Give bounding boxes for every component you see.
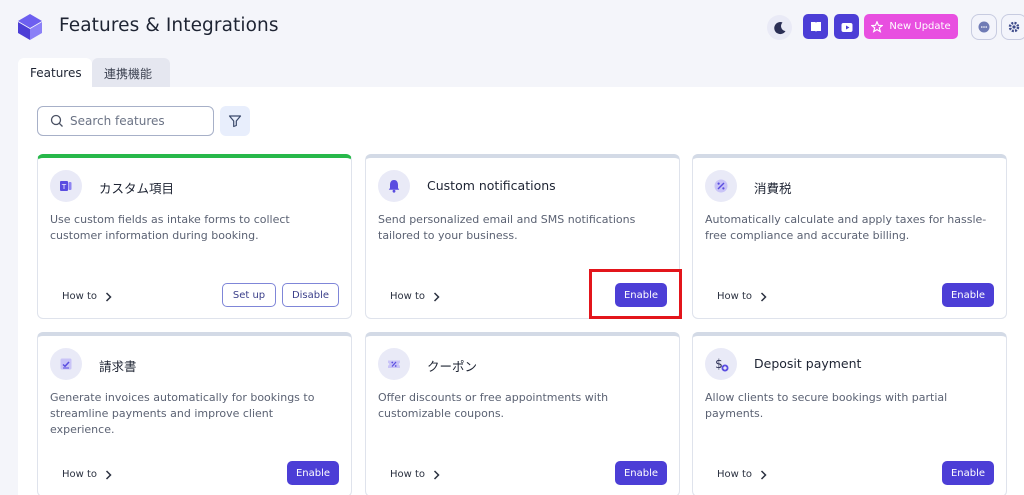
chevron-right-icon xyxy=(106,469,112,480)
enable-button[interactable]: Enable xyxy=(942,283,994,307)
dark-mode-toggle[interactable] xyxy=(767,15,792,40)
tab-integrations[interactable]: 連携機能 xyxy=(92,58,170,88)
moon-icon xyxy=(773,21,785,34)
setup-button[interactable]: Set up xyxy=(222,283,276,307)
app-logo-icon xyxy=(18,14,42,40)
invoice-icon xyxy=(50,348,82,380)
coupon-icon xyxy=(378,348,410,380)
card-description: Automatically calculate and apply taxes … xyxy=(705,213,987,242)
feature-card-consumption-tax: 消費税 Automatically calculate and apply ta… xyxy=(692,154,1007,319)
how-to-label: How to xyxy=(390,469,426,480)
card-title: クーポン xyxy=(427,359,478,374)
card-title: Deposit payment xyxy=(754,356,862,371)
card-title: Custom notifications xyxy=(427,178,556,193)
how-to-link[interactable]: How to xyxy=(390,469,440,480)
new-update-label: New Update xyxy=(889,21,951,32)
feature-card-custom-fields: T カスタム項目 Use custom fields as intake for… xyxy=(37,154,352,319)
enable-button[interactable]: Enable xyxy=(942,461,994,485)
card-description: Use custom fields as intake forms to col… xyxy=(50,213,290,242)
new-update-button[interactable]: New Update xyxy=(864,14,958,39)
book-icon xyxy=(810,21,821,32)
help-docs-button[interactable] xyxy=(803,14,828,39)
star-icon xyxy=(871,20,884,33)
card-description: Generate invoices automatically for book… xyxy=(50,391,315,436)
enable-button[interactable]: Enable xyxy=(287,461,339,485)
video-tutorials-button[interactable] xyxy=(834,14,859,39)
how-to-label: How to xyxy=(717,291,753,302)
svg-text:T: T xyxy=(61,183,67,191)
card-title: カスタム項目 xyxy=(99,181,175,196)
disable-button[interactable]: Disable xyxy=(282,283,339,307)
deposit-icon: $ xyxy=(705,348,737,380)
chat-button[interactable] xyxy=(971,14,997,40)
feature-card-deposit-payment: $ Deposit payment Allow clients to secur… xyxy=(692,332,1007,495)
percent-icon xyxy=(705,170,737,202)
tab-features[interactable]: Features xyxy=(18,58,92,88)
how-to-link[interactable]: How to xyxy=(390,291,440,302)
how-to-link[interactable]: How to xyxy=(717,469,767,480)
settings-button[interactable] xyxy=(1001,14,1024,40)
search-box[interactable] xyxy=(37,106,214,136)
search-input[interactable] xyxy=(70,114,210,128)
card-description: Offer discounts or free appointments wit… xyxy=(378,391,609,420)
how-to-label: How to xyxy=(717,469,753,480)
card-title: 消費税 xyxy=(754,181,792,196)
enable-button[interactable]: Enable xyxy=(615,461,667,485)
gear-icon xyxy=(1008,21,1020,33)
video-icon xyxy=(841,22,852,32)
how-to-link[interactable]: How to xyxy=(62,469,112,480)
feature-card-custom-notifications: Custom notifications Send personalized e… xyxy=(365,154,680,319)
top-header: Features & Integrations New Update xyxy=(0,0,1024,56)
how-to-label: How to xyxy=(390,291,426,302)
how-to-label: How to xyxy=(62,291,98,302)
chevron-right-icon xyxy=(761,469,767,480)
chevron-right-icon xyxy=(434,469,440,480)
card-description: Send personalized email and SMS notifica… xyxy=(378,213,636,242)
chevron-right-icon xyxy=(434,291,440,302)
chevron-right-icon xyxy=(106,291,112,302)
page-title: Features & Integrations xyxy=(59,15,279,36)
card-title: 請求書 xyxy=(99,359,137,374)
feature-card-invoices: 請求書 Generate invoices automatically for … xyxy=(37,332,352,495)
chevron-right-icon xyxy=(761,291,767,302)
filter-icon xyxy=(228,115,242,128)
bell-icon xyxy=(378,170,410,202)
chat-icon xyxy=(978,21,990,33)
search-icon xyxy=(50,114,63,127)
feature-card-coupons: クーポン Offer discounts or free appointment… xyxy=(365,332,680,495)
how-to-label: How to xyxy=(62,469,98,480)
how-to-link[interactable]: How to xyxy=(62,291,112,302)
card-description: Allow clients to secure bookings with pa… xyxy=(705,391,948,420)
enable-button[interactable]: Enable xyxy=(615,283,667,307)
how-to-link[interactable]: How to xyxy=(717,291,767,302)
filter-button[interactable] xyxy=(220,106,250,136)
custom-fields-icon: T xyxy=(50,170,82,202)
